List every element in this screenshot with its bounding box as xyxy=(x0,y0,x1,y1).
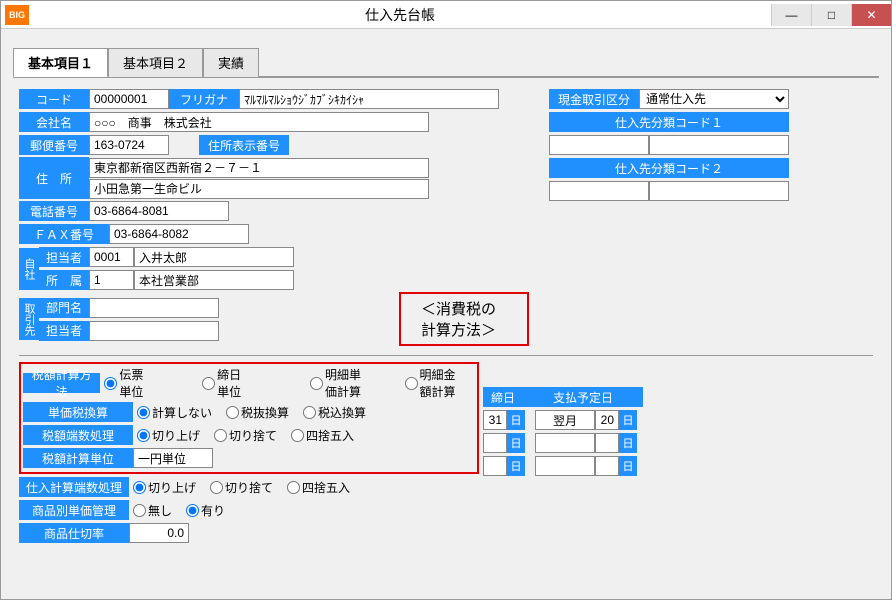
maximize-button[interactable]: □ xyxy=(811,4,851,26)
tel-input[interactable] xyxy=(89,201,229,221)
radio-pur-round-up[interactable]: 切り上げ xyxy=(133,479,196,496)
pay-day-input[interactable] xyxy=(595,410,619,430)
app-icon: BIG xyxy=(5,5,29,25)
purchase-round-radios: 切り上げ 切り捨て 四捨五入 xyxy=(129,479,360,496)
window-title: 仕入先台帳 xyxy=(29,5,771,25)
pay-month-input-3[interactable] xyxy=(535,456,595,476)
label-class1: 仕入先分類コード１ xyxy=(549,112,789,132)
label-day-3: 日 xyxy=(507,433,525,453)
label-class2: 仕入先分類コード２ xyxy=(549,158,789,178)
tax-unit-input[interactable] xyxy=(133,448,213,468)
label-day-5: 日 xyxy=(507,456,525,476)
customer-dept-input[interactable] xyxy=(89,298,219,318)
label-deptname: 部門名 xyxy=(39,298,89,318)
radio-slip-unit[interactable]: 伝票単位 xyxy=(104,366,148,400)
radio-round-half[interactable]: 四捨五入 xyxy=(291,427,354,444)
label-tax-round: 税額端数処理 xyxy=(23,425,133,445)
label-tel: 電話番号 xyxy=(19,201,89,221)
radio-pur-round-half[interactable]: 四捨五入 xyxy=(287,479,350,496)
label-customer-person: 担当者 xyxy=(39,321,89,341)
pay-day-input-3[interactable] xyxy=(595,456,619,476)
tab-bar: 基本項目１ 基本項目２ 実績 xyxy=(13,47,879,78)
label-customer: 取引先 xyxy=(19,298,39,340)
label-furigana: フリガナ xyxy=(169,89,239,109)
tax-calc-radios: 伝票単位 締日単位 明細単価計算 明細金額計算 xyxy=(100,366,475,400)
label-day-6: 日 xyxy=(619,456,637,476)
tab-results[interactable]: 実績 xyxy=(203,48,259,77)
class1-code-input[interactable] xyxy=(549,135,649,155)
close-day-input-3[interactable] xyxy=(483,456,507,476)
label-code: コード xyxy=(19,89,89,109)
label-self-company: 自社 xyxy=(19,248,39,290)
label-dept: 所 属 xyxy=(39,270,89,290)
label-day-1: 日 xyxy=(507,410,525,430)
titlebar: BIG 仕入先台帳 — □ ✕ xyxy=(1,1,891,29)
address1-input[interactable] xyxy=(89,158,429,178)
label-pay-date: 支払予定日 xyxy=(523,387,643,407)
label-item-price: 商品別単価管理 xyxy=(19,500,129,520)
radio-exists[interactable]: 有り xyxy=(186,502,225,519)
radio-detail-amount[interactable]: 明細金額計算 xyxy=(405,366,466,400)
close-button[interactable]: ✕ xyxy=(851,4,891,26)
dept-name-input[interactable] xyxy=(134,270,294,290)
minimize-button[interactable]: — xyxy=(771,4,811,26)
address-display-button[interactable]: 住所表示番号 xyxy=(199,135,289,155)
pay-day-input-2[interactable] xyxy=(595,433,619,453)
person-code-input[interactable] xyxy=(89,247,134,267)
tab-basic-1[interactable]: 基本項目１ xyxy=(13,48,108,77)
item-price-radios: 無し 有り xyxy=(129,502,235,519)
address2-input[interactable] xyxy=(89,179,429,199)
label-person: 担当者 xyxy=(39,247,89,267)
class2-code-input[interactable] xyxy=(549,181,649,201)
radio-pur-round-down[interactable]: 切り捨て xyxy=(210,479,273,496)
tab-basic-2[interactable]: 基本項目２ xyxy=(108,48,203,77)
pay-month-input[interactable] xyxy=(535,410,595,430)
cash-div-select[interactable]: 通常仕入先 xyxy=(639,89,789,109)
label-day-2: 日 xyxy=(619,410,637,430)
label-cash-div: 現金取引区分 xyxy=(549,89,639,109)
furigana-input[interactable] xyxy=(239,89,499,109)
company-input[interactable] xyxy=(89,112,429,132)
label-fax: ＦＡＸ番号 xyxy=(19,224,109,244)
close-day-input-2[interactable] xyxy=(483,433,507,453)
callout-tax-method: ＜消費税の計算方法＞ xyxy=(399,292,529,346)
radio-none[interactable]: 無し xyxy=(133,502,172,519)
radio-round-up[interactable]: 切り上げ xyxy=(137,427,200,444)
label-day-4: 日 xyxy=(619,433,637,453)
label-unit-calc: 単価税換算 xyxy=(23,402,133,422)
label-tax-calc: 税額計算方法 xyxy=(23,373,100,393)
cut-rate-input[interactable] xyxy=(129,523,189,543)
label-purchase-round: 仕入計算端数処理 xyxy=(19,477,129,497)
label-company: 会社名 xyxy=(19,112,89,132)
divider xyxy=(19,355,873,356)
radio-detail-price[interactable]: 明細単価計算 xyxy=(310,366,371,400)
class2-name-input[interactable] xyxy=(649,181,789,201)
label-close-day: 締日 xyxy=(483,387,523,407)
label-cut-rate: 商品仕切率 xyxy=(19,523,129,543)
radio-incl-tax[interactable]: 税込換算 xyxy=(303,404,366,421)
tax-round-radios: 切り上げ 切り捨て 四捨五入 xyxy=(133,427,364,444)
zip-input[interactable] xyxy=(89,135,169,155)
label-zip: 郵便番号 xyxy=(19,135,89,155)
pay-month-input-2[interactable] xyxy=(535,433,595,453)
radio-excl-tax[interactable]: 税抜換算 xyxy=(226,404,289,421)
radio-round-down[interactable]: 切り捨て xyxy=(214,427,277,444)
close-day-input[interactable] xyxy=(483,410,507,430)
dept-code-input[interactable] xyxy=(89,270,134,290)
radio-no-calc[interactable]: 計算しない xyxy=(137,404,212,421)
class1-name-input[interactable] xyxy=(649,135,789,155)
label-tax-unit: 税額計算単位 xyxy=(23,448,133,468)
label-address: 住 所 xyxy=(19,157,89,199)
unit-calc-radios: 計算しない 税抜換算 税込換算 xyxy=(133,404,376,421)
fax-input[interactable] xyxy=(109,224,249,244)
customer-person-input[interactable] xyxy=(89,321,219,341)
code-input[interactable] xyxy=(89,89,169,109)
radio-close-unit[interactable]: 締日単位 xyxy=(202,366,246,400)
person-name-input[interactable] xyxy=(134,247,294,267)
